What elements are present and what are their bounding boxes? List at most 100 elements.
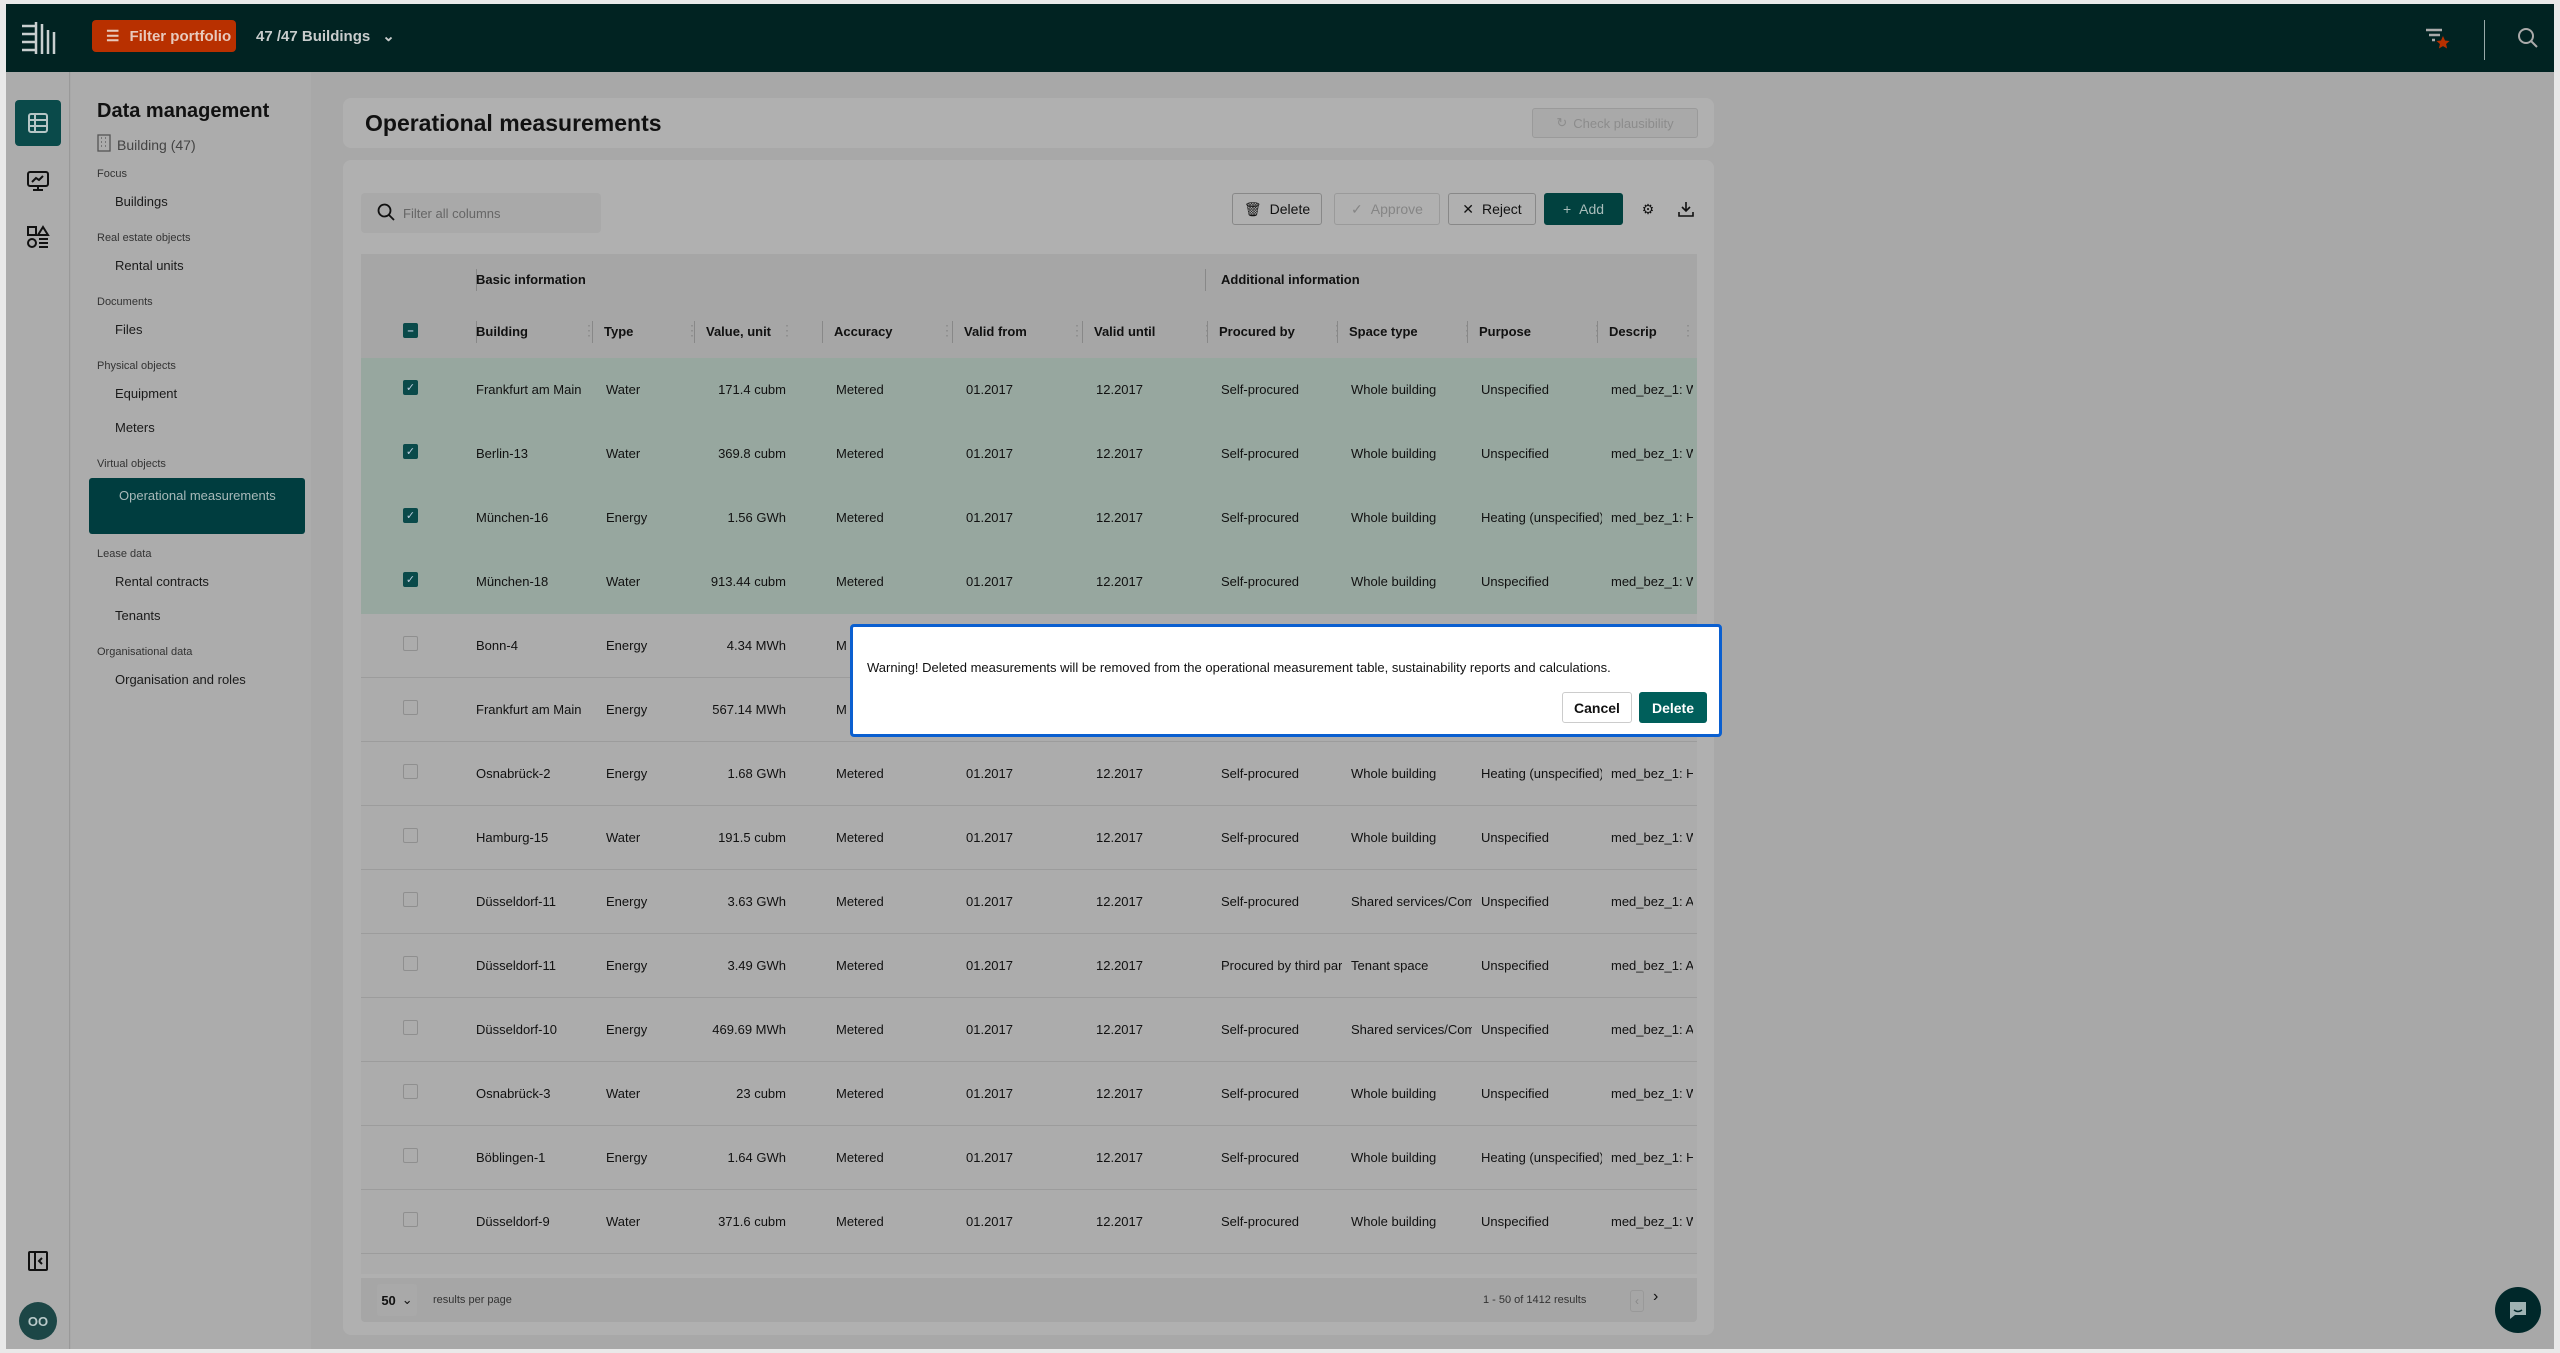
- prev-page-button[interactable]: ‹: [1630, 1290, 1644, 1312]
- reject-button[interactable]: ✕ Reject: [1448, 193, 1536, 225]
- sidebar-item-buildings[interactable]: Buildings: [115, 194, 168, 209]
- approve-button[interactable]: ✓ Approve: [1334, 193, 1440, 225]
- add-button[interactable]: + Add: [1544, 193, 1623, 225]
- row-checkbox[interactable]: [403, 892, 418, 907]
- column-divider[interactable]: [952, 321, 953, 343]
- row-checkbox[interactable]: ✓: [403, 508, 418, 523]
- collapse-sidebar-icon[interactable]: [15, 1238, 61, 1284]
- table-row[interactable]: Osnabrück-2 Energy 1.68 GWh Metered 01.2017 1…: [361, 742, 1697, 806]
- row-checkbox[interactable]: [403, 636, 418, 651]
- column-divider[interactable]: [1597, 321, 1598, 343]
- row-checkbox[interactable]: [403, 1148, 418, 1163]
- table-row[interactable]: ✓ Frankfurt am Main Water 171.4 cubm Metered…: [361, 358, 1697, 422]
- column-divider[interactable]: [1082, 321, 1083, 343]
- data-table-icon[interactable]: [15, 100, 61, 146]
- cell-descrip: med_bez_1: W: [1611, 446, 1693, 461]
- confirm-delete-button[interactable]: Delete: [1639, 692, 1707, 723]
- column-menu-icon[interactable]: ⋮: [685, 322, 699, 339]
- table-row[interactable]: Böblingen-1 Energy 1.64 GWh Metered 01.2017 1…: [361, 1126, 1697, 1190]
- column-menu-icon[interactable]: ⋮: [582, 322, 596, 339]
- cell-building: Osnabrück-3: [476, 1086, 551, 1101]
- check-plausibility-button[interactable]: ↻ Check plausibility: [1532, 108, 1698, 138]
- table-row[interactable]: Düsseldorf-11 Energy 3.63 GWh Metered 01.201…: [361, 870, 1697, 934]
- table-row[interactable]: ✓ München-18 Water 913.44 cubm Metered 01.201…: [361, 550, 1697, 614]
- column-header-procured-by[interactable]: Procured by: [1219, 324, 1295, 339]
- column-divider[interactable]: [1207, 321, 1208, 343]
- favorite-filter-icon[interactable]: [2424, 24, 2452, 57]
- table-row[interactable]: Düsseldorf-11 Energy 3.49 GWh Metered 01.201…: [361, 934, 1697, 998]
- cell-valid-from: 01.2017: [966, 446, 1013, 461]
- column-divider[interactable]: [1337, 321, 1338, 343]
- filter-portfolio-button[interactable]: ☰ Filter portfolio: [92, 20, 236, 52]
- column-header-space-type[interactable]: Space type: [1349, 324, 1418, 339]
- settings-gear-icon[interactable]: ⚙: [1635, 193, 1661, 225]
- column-divider[interactable]: [694, 321, 695, 343]
- sidebar-item-operational-measurements[interactable]: Operational measurements: [89, 478, 305, 534]
- column-header-descrip[interactable]: Descrip: [1609, 324, 1657, 339]
- row-checkbox[interactable]: [403, 700, 418, 715]
- cell-valid-from: 01.2017: [966, 1214, 1013, 1229]
- column-menu-icon[interactable]: ⋮: [780, 322, 794, 339]
- row-checkbox[interactable]: [403, 1212, 418, 1227]
- sidebar-item-rental-units[interactable]: Rental units: [115, 258, 184, 273]
- column-header-value-unit[interactable]: Value, unit: [706, 324, 771, 339]
- table-row[interactable]: Düsseldorf-9 Water 371.6 cubm Metered 01.201…: [361, 1190, 1697, 1254]
- shapes-list-icon[interactable]: [15, 214, 61, 260]
- cancel-button[interactable]: Cancel: [1562, 692, 1632, 723]
- row-checkbox[interactable]: ✓: [403, 444, 418, 459]
- row-checkbox[interactable]: [403, 764, 418, 779]
- table-row[interactable]: ✓ Berlin-13 Water 369.8 cubm Metered 01.2017 1…: [361, 422, 1697, 486]
- row-checkbox[interactable]: [403, 956, 418, 971]
- select-all-checkbox[interactable]: –: [403, 323, 418, 338]
- cell-space-type: Whole building: [1351, 510, 1437, 525]
- table-row[interactable]: ✓ München-16 Energy 1.56 GWh Metered 01.2017 1…: [361, 486, 1697, 550]
- column-header-building[interactable]: Building: [476, 324, 528, 339]
- row-checkbox[interactable]: [403, 1020, 418, 1035]
- column-divider[interactable]: [1467, 321, 1468, 343]
- column-header-valid-from[interactable]: Valid from: [964, 324, 1027, 339]
- cell-procured-by: Self-procured: [1221, 1086, 1300, 1101]
- sidebar-item-files[interactable]: Files: [115, 322, 142, 337]
- monitor-chart-icon[interactable]: [15, 158, 61, 204]
- cell-building: Osnabrück-2: [476, 766, 551, 781]
- cell-valid-from: 01.2017: [966, 894, 1013, 909]
- cell-procured-by: Self-procured: [1221, 830, 1300, 845]
- sidebar-item-organisation-and-roles[interactable]: Organisation and roles: [115, 672, 246, 687]
- delete-button[interactable]: 🗑 Delete: [1232, 193, 1322, 225]
- table-row[interactable]: Osnabrück-3 Water 23 cubm Metered 01.2017 12.…: [361, 1062, 1697, 1126]
- cell-value-unit: 4.34 MWh: [726, 638, 786, 653]
- column-header-accuracy[interactable]: Accuracy: [834, 324, 893, 339]
- sidebar-item-rental-contracts[interactable]: Rental contracts: [115, 574, 209, 589]
- download-icon[interactable]: [1673, 193, 1699, 225]
- row-checkbox[interactable]: ✓: [403, 380, 418, 395]
- column-divider[interactable]: [592, 321, 593, 343]
- sidebar-item-tenants[interactable]: Tenants: [115, 608, 161, 623]
- search-input[interactable]: Filter all columns: [361, 193, 601, 233]
- table-row[interactable]: [361, 1254, 1697, 1274]
- avatar[interactable]: OO: [19, 1302, 57, 1340]
- table-row[interactable]: Hamburg-15 Water 191.5 cubm Metered 01.2017 1…: [361, 806, 1697, 870]
- row-checkbox[interactable]: [403, 1084, 418, 1099]
- row-checkbox[interactable]: [403, 828, 418, 843]
- column-header-purpose[interactable]: Purpose: [1479, 324, 1531, 339]
- cell-procured-by: Self-procured: [1221, 766, 1300, 781]
- delete-confirmation-dialog: Warning! Deleted measurements will be re…: [850, 624, 1722, 737]
- cell-type: Energy: [606, 638, 648, 653]
- column-header-type[interactable]: Type: [604, 324, 633, 339]
- per-page-select[interactable]: 50 ⌄: [377, 1284, 417, 1316]
- next-page-button[interactable]: ›: [1653, 1288, 1658, 1306]
- sidebar-item-meters[interactable]: Meters: [115, 420, 155, 435]
- column-header-valid-until[interactable]: Valid until: [1094, 324, 1155, 339]
- sidebar-item-equipment[interactable]: Equipment: [115, 386, 177, 401]
- row-checkbox[interactable]: ✓: [403, 572, 418, 587]
- column-menu-icon[interactable]: ⋮: [1681, 322, 1695, 339]
- table-row[interactable]: Düsseldorf-10 Energy 469.69 MWh Metered 01.2…: [361, 998, 1697, 1062]
- logo-icon[interactable]: [20, 18, 60, 58]
- chat-support-button[interactable]: [2495, 1287, 2541, 1333]
- cell-accuracy: Metered: [836, 446, 884, 461]
- x-icon: ✕: [1462, 200, 1475, 217]
- search-icon[interactable]: [2516, 26, 2540, 55]
- column-divider[interactable]: [822, 321, 823, 343]
- cell-descrip: med_bez_1: A: [1611, 1022, 1693, 1037]
- buildings-selector[interactable]: 47 /47 Buildings ⌄: [256, 20, 395, 52]
